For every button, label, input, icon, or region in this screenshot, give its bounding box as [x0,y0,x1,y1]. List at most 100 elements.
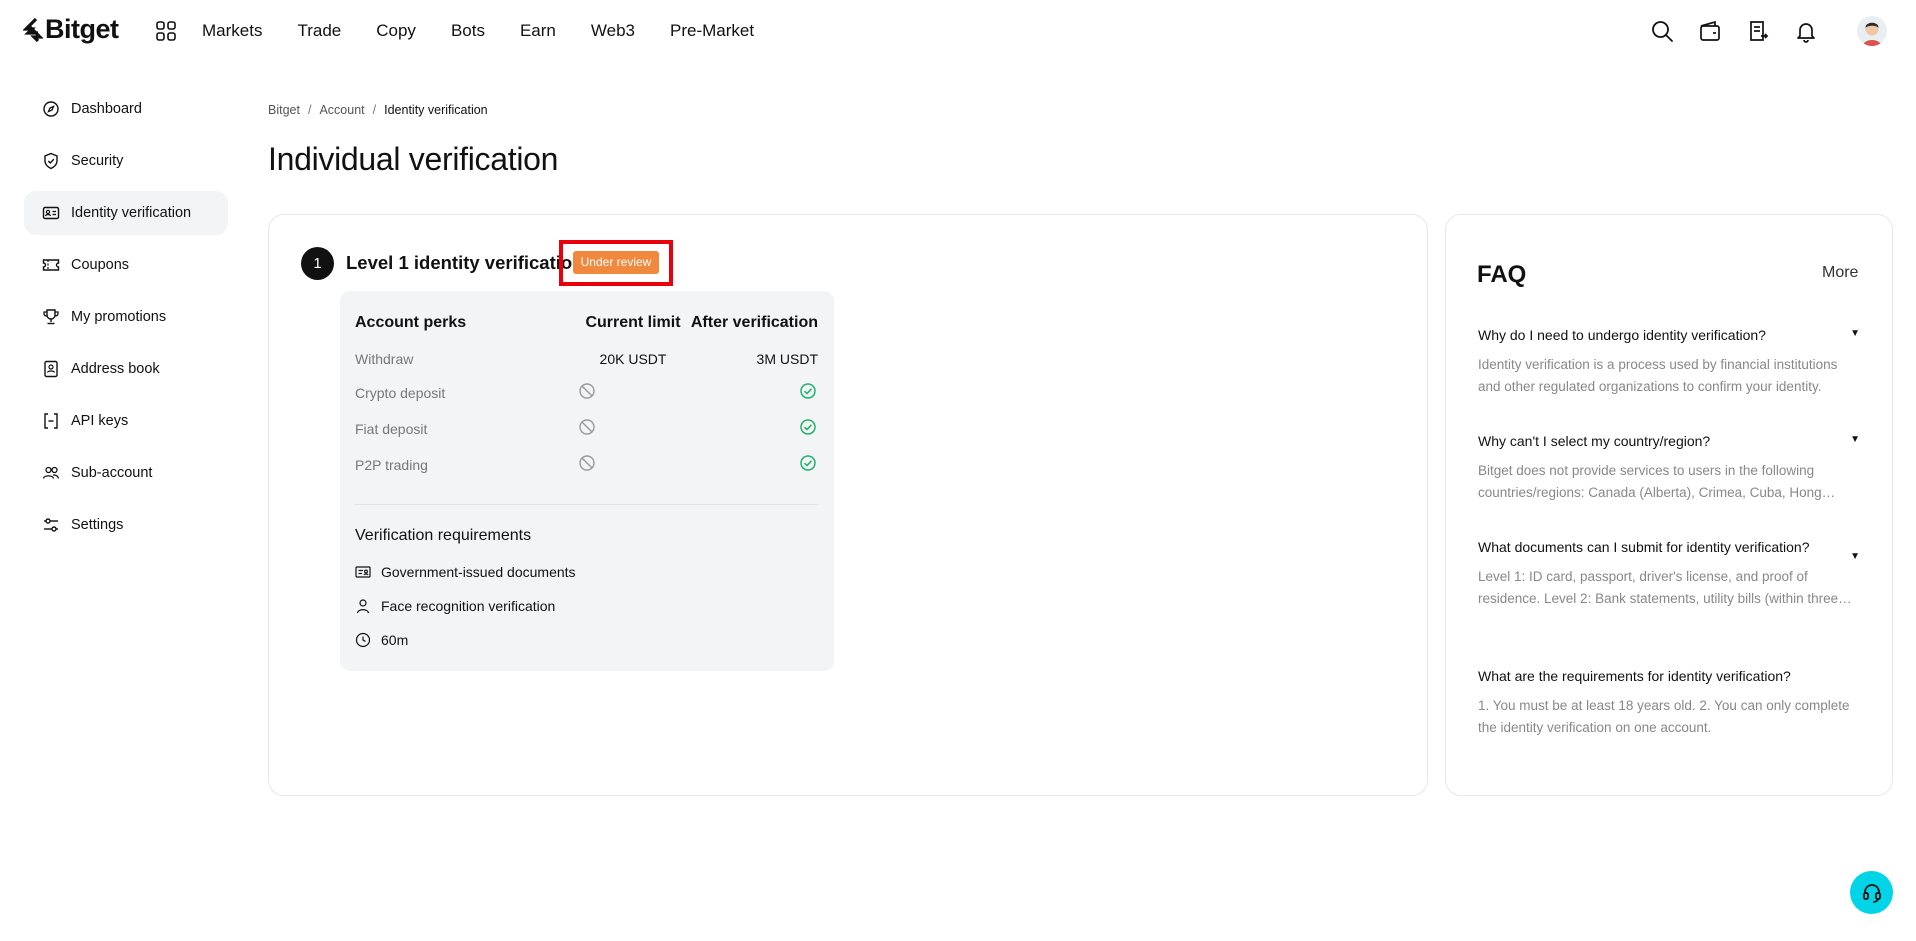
sidebar-item-dashboard[interactable]: Dashboard [24,87,228,131]
faq-question[interactable]: What are the requirements for identity v… [1478,665,1828,687]
requirement-government-documents: Government-issued documents [355,564,576,580]
not-allowed-icon [579,455,595,471]
caret-down-icon[interactable]: ▼ [1850,328,1860,339]
perks-header-account-perks: Account perks [355,314,467,331]
status-badge[interactable]: Under review [573,251,659,274]
sidebar-item-label: Coupons [71,257,130,273]
perk-label-fiat-deposit: Fiat deposit [355,421,428,437]
user-avatar[interactable] [1857,16,1887,46]
account-sidebar: Dashboard Security Identity verification… [24,87,228,555]
nav-pre-market[interactable]: Pre-Market [670,20,754,42]
faq-item[interactable]: What documents can I submit for identity… [1478,536,1860,610]
compass-icon [43,101,59,117]
faq-item[interactable]: Why can't I select my country/region? ▼ … [1478,430,1860,504]
not-allowed-icon [579,383,595,399]
breadcrumb-bitget[interactable]: Bitget [268,103,300,117]
perks-header-after-verification: After verification [690,314,818,331]
nav-markets[interactable]: Markets [202,20,262,42]
breadcrumb-separator: / [307,103,312,117]
person-icon [356,599,370,614]
check-circle-icon [800,455,816,471]
requirement-duration: 60m [355,632,408,648]
faq-question[interactable]: What documents can I submit for identity… [1478,536,1828,558]
bell-icon[interactable] [1794,19,1818,43]
faq-question[interactable]: Why do I need to undergo identity verifi… [1478,324,1828,346]
sidebar-item-my-promotions[interactable]: My promotions [24,295,228,339]
address-book-icon [44,360,58,378]
breadcrumb-separator: / [372,103,377,117]
sliders-icon [44,518,58,532]
nav-earn[interactable]: Earn [520,20,556,42]
perk-label-p2p-trading: P2P trading [355,457,428,473]
sidebar-item-label: My promotions [71,309,167,325]
breadcrumb: Bitget / Account / Identity verification [268,103,488,117]
caret-down-icon[interactable]: ▼ [1850,434,1860,445]
nav-web3[interactable]: Web3 [591,20,635,42]
nav-copy[interactable]: Copy [376,20,416,42]
sidebar-item-identity-verification[interactable]: Identity verification [24,191,228,235]
nav-trade[interactable]: Trade [297,20,341,42]
support-chat-button[interactable] [1850,871,1893,914]
sidebar-item-label: Security [71,153,124,169]
users-icon [42,466,60,479]
faq-answer: Identity verification is a process used … [1478,357,1838,394]
brand-name: Bitget [45,14,119,44]
orders-icon[interactable] [1746,19,1770,43]
sidebar-item-label: Settings [71,517,124,533]
faq-answer: 1. You must be at least 18 years old. 2.… [1478,698,1850,735]
perk-label-withdraw: Withdraw [355,351,414,367]
api-icon [44,413,58,429]
breadcrumb-account[interactable]: Account [319,103,364,117]
bitget-logo-icon [23,17,43,42]
not-allowed-icon [579,419,595,435]
search-icon[interactable] [1650,19,1674,43]
sidebar-item-address-book[interactable]: Address book [24,347,228,391]
id-card-icon [42,206,60,220]
sidebar-item-label: Address book [71,361,160,377]
sidebar-item-label: Dashboard [71,101,142,117]
level1-title: Level 1 identity verificatio [346,252,573,273]
requirement-label: 60m [381,632,409,648]
nav-bots[interactable]: Bots [451,20,485,42]
sidebar-item-label: Identity verification [71,205,192,221]
headset-icon [1862,883,1881,903]
perks-divider [355,504,818,505]
perk-current-withdraw: 20K USDT [599,351,667,367]
faq-more-link[interactable]: More [1822,264,1858,282]
document-id-icon [355,566,371,578]
main-nav: Markets Trade Copy Bots Earn Web3 Pre-Ma… [202,20,789,42]
breadcrumb-identity-verification: Identity verification [384,103,488,117]
requirement-label: Government-issued documents [381,564,576,580]
account-perks-panel: Account perks Current limit After verifi… [340,291,834,671]
sidebar-item-settings[interactable]: Settings [24,503,228,547]
page-title: Individual verification [268,141,559,177]
requirement-face-recognition: Face recognition verification [355,598,555,614]
sidebar-item-sub-account[interactable]: Sub-account [24,451,228,495]
perk-label-crypto-deposit: Crypto deposit [355,385,446,401]
faq-item[interactable]: What are the requirements for identity v… [1478,665,1860,739]
requirements-title: Verification requirements [355,527,532,544]
faq-item[interactable]: Why do I need to undergo identity verifi… [1478,324,1860,398]
wallet-icon[interactable] [1698,19,1722,43]
faq-question[interactable]: Why can't I select my country/region? [1478,430,1828,452]
perks-header-current-limit: Current limit [585,314,681,331]
trophy-icon [43,309,59,325]
shield-icon [44,152,58,170]
faq-answer: Level 1: ID card, passport, driver's lic… [1478,569,1839,606]
ticket-icon [42,259,60,271]
apps-grid-icon[interactable] [156,21,176,41]
bitget-logo[interactable]: Bitget [23,14,119,45]
clock-icon [355,632,371,648]
faq-title: FAQ [1477,261,1527,288]
requirement-label: Face recognition verification [381,598,556,614]
sidebar-item-security[interactable]: Security [24,139,228,183]
faq-answer: Bitget does not provide services to user… [1478,463,1822,500]
caret-down-icon[interactable]: ▼ [1850,551,1860,562]
check-circle-icon [800,419,816,435]
step-number-badge: 1 [301,247,334,280]
perk-after-withdraw: 3M USDT [756,351,818,367]
top-header: Bitget Markets Trade Copy Bots Earn Web3… [0,0,1916,62]
sidebar-item-coupons[interactable]: Coupons [24,243,228,287]
check-circle-icon [800,383,816,399]
sidebar-item-api-keys[interactable]: API keys [24,399,228,443]
